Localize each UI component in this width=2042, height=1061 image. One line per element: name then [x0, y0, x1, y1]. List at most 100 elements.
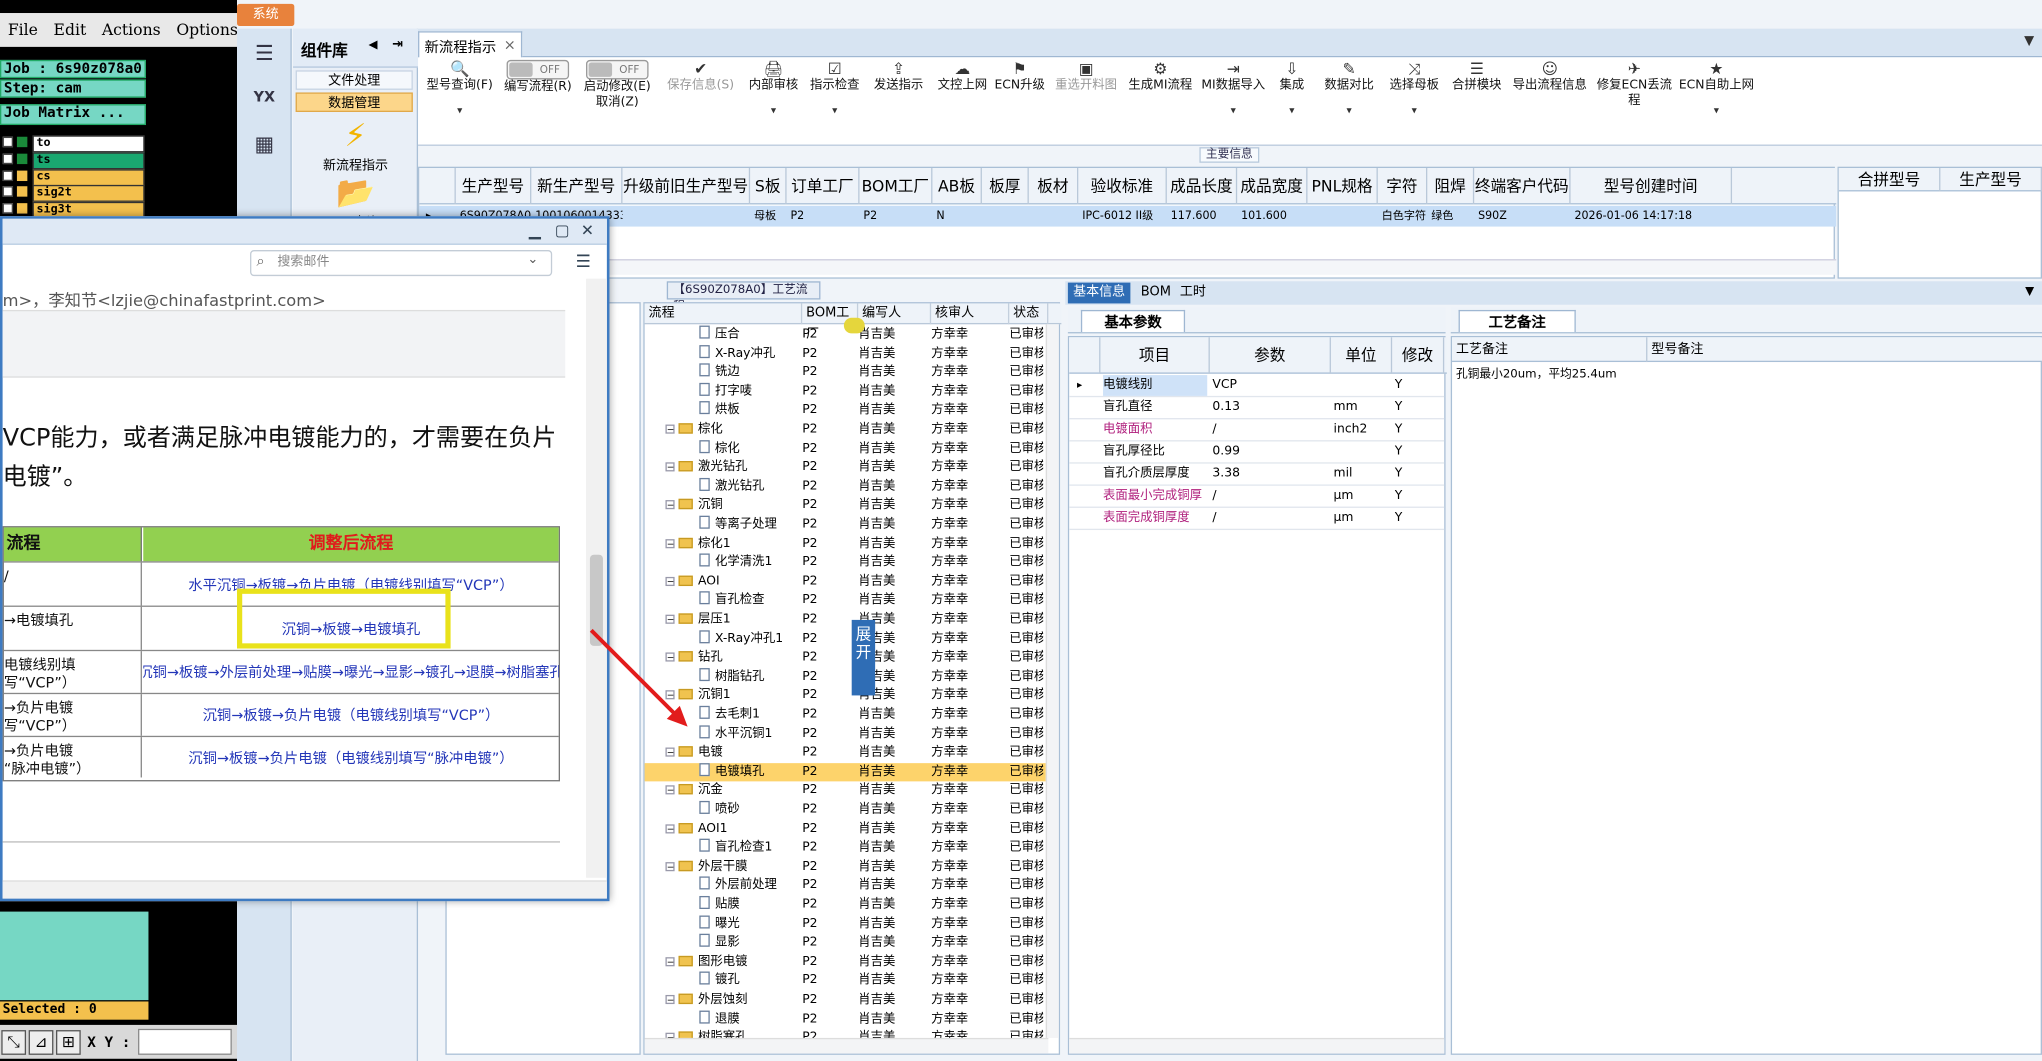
chevron-down-icon[interactable]: ▾ — [423, 104, 496, 116]
tree-node[interactable]: 烘板 — [699, 401, 740, 421]
param-modify[interactable]: Y — [1395, 441, 1434, 462]
tree-row[interactable]: − 沉铜1 P2 肖吉美 方幸幸 已审核 — [645, 687, 1049, 706]
tree-row[interactable]: 贴膜 P2 肖吉美 方幸幸 已审核 — [645, 895, 1049, 915]
tree-node[interactable]: − 沉铜 — [665, 497, 723, 516]
tree-row[interactable]: − 沉金 P2 肖吉美 方幸幸 已审核 — [645, 782, 1049, 801]
layer-row[interactable]: cs — [2, 168, 146, 186]
chevron-down-icon[interactable]: ▾ — [1270, 104, 1314, 116]
mail-search-input[interactable]: 搜索邮件 — [250, 250, 553, 277]
tree-node[interactable]: − AOI1 — [665, 820, 728, 839]
collapse-icon[interactable]: − — [665, 462, 675, 472]
tree-row[interactable]: 曝光 P2 肖吉美 方幸幸 已审核 — [645, 914, 1049, 934]
tree-row[interactable]: − AOI1 P2 肖吉美 方幸幸 已审核 — [645, 820, 1049, 839]
minimize-icon[interactable]: ▁ — [529, 221, 541, 239]
layer-row[interactable]: to — [2, 135, 146, 153]
tab-info-1[interactable]: BOM — [1136, 283, 1177, 304]
column-header[interactable]: 生产型号 — [1940, 167, 2042, 192]
table-cell[interactable]: 2026-01-06 14:17:18 — [1571, 206, 1732, 227]
column-header[interactable]: 成品宽度 — [1237, 167, 1308, 205]
tree-node[interactable]: 水平沉铜1 — [699, 724, 772, 744]
menu-icon[interactable]: ☰ — [576, 253, 591, 273]
cam-menu-1[interactable]: Edit — [46, 21, 94, 39]
column-header[interactable]: 订单工厂 — [787, 167, 860, 205]
toolbar-button-8[interactable]: ⚑ ECN升级 — [992, 60, 1047, 138]
param-value[interactable]: 0.99 — [1212, 441, 1329, 462]
tree-node[interactable]: − 棕化1 — [665, 535, 731, 554]
collapse-icon[interactable]: − — [665, 500, 675, 510]
tree-row[interactable]: − 图形电镀 P2 肖吉美 方幸幸 已审核 — [645, 953, 1049, 972]
chevron-down-icon[interactable]: ▾ — [1318, 104, 1381, 116]
column-header[interactable]: 板材 — [1029, 167, 1079, 205]
column-header[interactable]: 流程 — [645, 303, 803, 325]
toolbar-button-12[interactable]: ⇩ 集成 ▾ — [1270, 60, 1314, 138]
cam-menu-0[interactable]: File — [0, 21, 46, 39]
column-header[interactable]: 成品长度 — [1167, 167, 1238, 205]
tree-row[interactable]: 退膜 P2 肖吉美 方幸幸 已审核 — [645, 1010, 1049, 1029]
toolbar-button-10[interactable]: ⚙ 生成MI流程 — [1124, 60, 1197, 138]
tree-row[interactable]: 打字唛 P2 肖吉美 方幸幸 已审核 — [645, 382, 1049, 402]
tree-node[interactable]: 打字唛 — [699, 382, 752, 402]
tree-row[interactable]: − 外层蚀刻 P2 肖吉美 方幸幸 已审核 — [645, 991, 1049, 1010]
table-cell[interactable]: IPC-6012 II级 — [1078, 206, 1167, 227]
tree-node[interactable]: − 图形电镀 — [665, 953, 748, 972]
toolbar-button-13[interactable]: ✎ 数据对比 ▾ — [1318, 60, 1381, 138]
checkbox[interactable] — [2, 170, 14, 181]
toolbar-button-0[interactable]: 🔍 型号查询(F) ▾ — [423, 60, 496, 138]
table-cell[interactable] — [1307, 206, 1377, 227]
param-value[interactable]: / — [1212, 419, 1329, 440]
checkbox[interactable] — [2, 186, 14, 198]
column-header[interactable]: 核审人 — [931, 303, 1010, 325]
tree-node[interactable]: 铣边 — [699, 363, 740, 383]
toolbar-button-4[interactable]: 🖨 内部审核 ▾ — [744, 60, 804, 138]
collapse-icon[interactable]: − — [665, 956, 675, 967]
tree-node[interactable]: X-Ray冲孔1 — [699, 629, 783, 649]
tab-info-0[interactable]: 基本信息 — [1067, 282, 1131, 304]
column-header[interactable]: 项目 — [1100, 337, 1210, 374]
column-header[interactable]: S板 — [750, 167, 787, 205]
layer-row[interactable]: sig3t — [2, 202, 146, 220]
param-modify[interactable]: Y — [1395, 464, 1434, 485]
checkbox[interactable] — [2, 203, 14, 214]
toggle-switch[interactable]: OFF — [506, 59, 570, 80]
toolbar-button-16[interactable]: ☺ 导出流程信息 — [1509, 60, 1590, 138]
column-header[interactable]: 终端客户代码 — [1474, 167, 1571, 205]
tree-row[interactable]: − 棕化1 P2 肖吉美 方幸幸 已审核 — [645, 535, 1049, 554]
tree-row[interactable]: 盲孔检查1 P2 肖吉美 方幸幸 已审核 — [645, 838, 1049, 858]
tree-row[interactable]: − 层压1 P2 肖吉美 方幸幸 已审核 — [645, 611, 1049, 630]
table-cell[interactable]: S90Z — [1474, 206, 1570, 227]
table-row[interactable]: 表面完成铜厚度 / μm Y — [1069, 508, 1445, 531]
table-cell[interactable] — [1029, 206, 1078, 227]
column-header[interactable]: BOM工厂 — [860, 167, 933, 205]
tree-node[interactable]: 电镀填孔 — [699, 762, 764, 782]
tree-row[interactable]: 镀孔 P2 肖吉美 方幸幸 已审核 — [645, 972, 1049, 991]
tree-node[interactable]: − 棕化 — [665, 421, 723, 440]
param-modify[interactable]: Y — [1395, 397, 1434, 418]
yx-module-icon[interactable]: YX — [246, 81, 282, 115]
column-header[interactable]: 生产型号 — [456, 167, 532, 205]
tree-row[interactable]: 等离子处理 P2 肖吉美 方幸幸 已审核 — [645, 515, 1049, 535]
tree-node[interactable]: − 外层蚀刻 — [665, 991, 748, 1010]
table-cell[interactable]: 白色字符 — [1378, 206, 1427, 227]
table-cell[interactable]: 母板 — [750, 206, 786, 227]
table-cell[interactable] — [982, 206, 1029, 227]
toolbar-button-11[interactable]: ⇥ MI数据导入 ▾ — [1199, 60, 1267, 138]
collapse-icon[interactable]: − — [665, 576, 675, 586]
pin-icon[interactable]: ⇥ — [392, 38, 403, 52]
column-header[interactable]: 参数 — [1210, 337, 1331, 374]
tree-node[interactable]: 显影 — [699, 933, 740, 953]
toolbar-button-2[interactable]: OFF 启动修改(E) 取消(Z) — [577, 59, 658, 138]
tab-craft-note[interactable]: 工艺备注 — [1458, 309, 1576, 333]
horizontal-scrollbar[interactable] — [1069, 1037, 1445, 1054]
cam-menu-3[interactable]: Options — [169, 21, 246, 39]
tab-basic-params[interactable]: 基本参数 — [1080, 309, 1186, 333]
vertical-scrollbar[interactable] — [1045, 324, 1059, 1038]
tree-node[interactable]: 盲孔检查 — [699, 591, 764, 611]
tree-row[interactable]: − 钻孔 P2 肖吉美 方幸幸 已审核 — [645, 649, 1049, 668]
tree-row[interactable]: − 电镀 P2 肖吉美 方幸幸 已审核 — [645, 744, 1049, 763]
table-row[interactable]: 表面最小完成铜厚 / μm Y — [1069, 486, 1445, 508]
tree-row[interactable]: 棕化 P2 肖吉美 方幸幸 已审核 — [645, 439, 1049, 459]
tree-node[interactable]: X-Ray冲孔 — [699, 344, 775, 364]
tree-node[interactable]: − 电镀 — [665, 744, 723, 763]
toolbar-button-18[interactable]: ★ ECN自助上网 ▾ — [1677, 60, 1755, 138]
column-header[interactable]: 型号创建时间 — [1571, 167, 1733, 205]
